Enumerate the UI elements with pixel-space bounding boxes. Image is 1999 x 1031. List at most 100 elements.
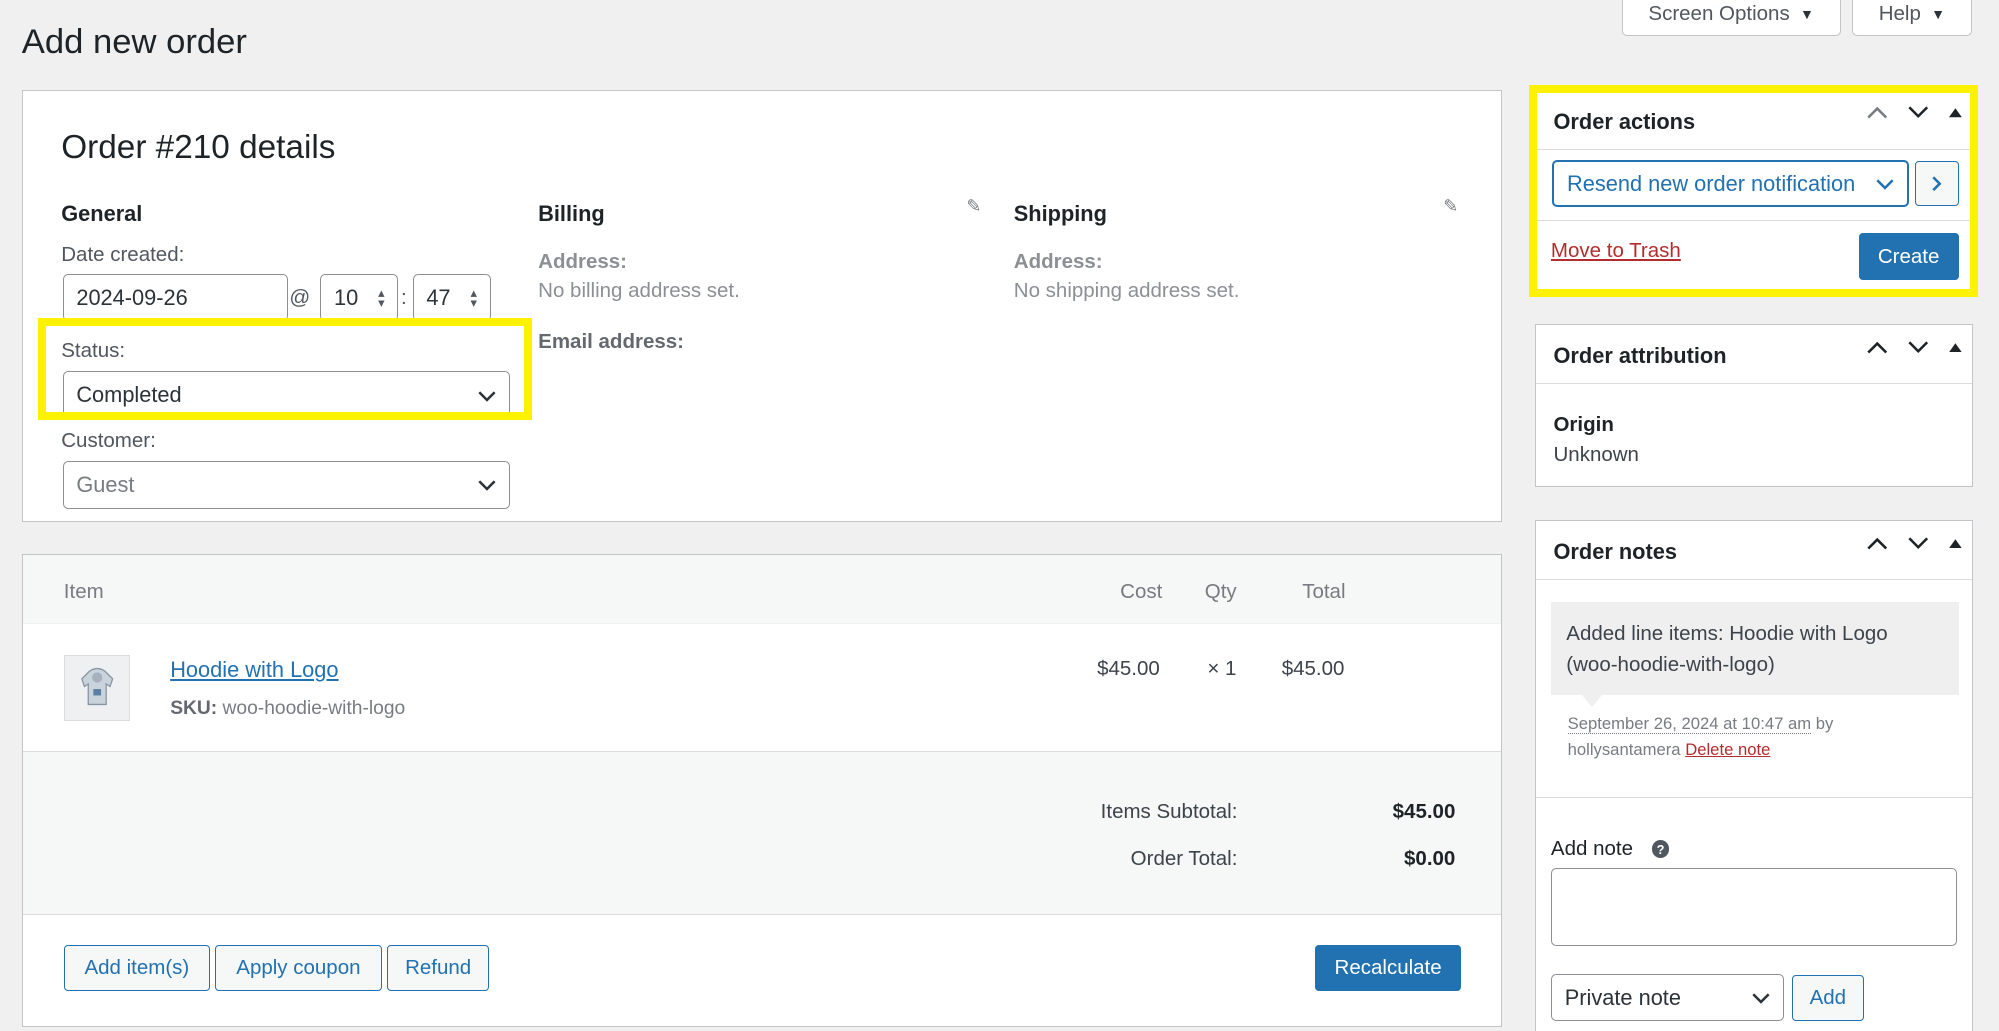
origin-label: Origin bbox=[1553, 412, 1614, 436]
shipping-address-value: No shipping address set. bbox=[1013, 279, 1240, 303]
add-items-button[interactable]: Add item(s) bbox=[63, 944, 210, 991]
column-cost: Cost bbox=[1120, 580, 1163, 604]
product-link[interactable]: Hoodie with Logo bbox=[170, 657, 338, 683]
note-author: hollysantamera bbox=[1567, 739, 1681, 759]
origin-value: Unknown bbox=[1553, 443, 1639, 467]
help-tab[interactable]: Help ▼ bbox=[1852, 0, 1972, 36]
order-totals: Items Subtotal: $45.00 Order Total: $0.0… bbox=[22, 753, 1502, 916]
customer-select[interactable]: Guest bbox=[62, 461, 510, 509]
panel-controls bbox=[1867, 106, 1962, 119]
add-note-button[interactable]: Add bbox=[1791, 975, 1864, 1022]
column-item: Item bbox=[63, 580, 104, 604]
help-label: Help bbox=[1878, 1, 1921, 25]
order-action-value: Resend new order notification bbox=[1567, 170, 1856, 196]
move-up-icon[interactable] bbox=[1867, 106, 1888, 119]
screen-options-tab[interactable]: Screen Options ▼ bbox=[1621, 0, 1841, 36]
spinner-icon: ▴ ▾ bbox=[470, 284, 477, 310]
help-icon[interactable]: ? bbox=[1651, 840, 1670, 859]
order-items-panel: Item Cost Qty Total Hoodie with Logo SKU… bbox=[21, 553, 1503, 1027]
note-type-select[interactable]: Private note bbox=[1550, 974, 1785, 1022]
apply-action-button[interactable] bbox=[1915, 161, 1959, 207]
page-title: Add new order bbox=[21, 23, 247, 62]
add-note-textarea[interactable] bbox=[1550, 867, 1958, 946]
recalculate-button[interactable]: Recalculate bbox=[1315, 944, 1462, 991]
item-total: $45.00 bbox=[1281, 657, 1345, 681]
move-to-trash-link[interactable]: Move to Trash bbox=[1551, 239, 1681, 263]
date-value: 2024-09-26 bbox=[76, 284, 188, 310]
spinner-icon: ▴ ▾ bbox=[378, 284, 385, 310]
move-up-icon[interactable] bbox=[1867, 537, 1888, 550]
time-colon: : bbox=[400, 285, 407, 309]
screen-meta-tabs: Screen Options ▼ Help ▼ bbox=[1621, 0, 1972, 36]
note-type-value: Private note bbox=[1564, 984, 1681, 1010]
billing-email-label: Email address: bbox=[538, 330, 684, 354]
chevron-down-icon bbox=[1871, 171, 1894, 197]
move-down-icon[interactable] bbox=[1908, 106, 1929, 119]
order-total-value: $0.00 bbox=[1404, 847, 1456, 871]
panel-controls bbox=[1867, 341, 1962, 354]
order-total-label: Order Total: bbox=[1130, 847, 1238, 871]
status-select[interactable]: Completed bbox=[62, 371, 510, 419]
apply-coupon-button[interactable]: Apply coupon bbox=[215, 944, 382, 991]
items-table-header: Item Cost Qty Total bbox=[22, 554, 1502, 625]
create-button[interactable]: Create bbox=[1858, 233, 1959, 281]
billing-heading: Billing bbox=[538, 200, 605, 226]
order-actions-panel: Order actions Resend new order notificat… bbox=[1534, 89, 1973, 291]
refund-button[interactable]: Refund bbox=[386, 944, 490, 991]
minute-input[interactable]: 47 ▴ ▾ bbox=[412, 274, 491, 322]
chevron-right-icon bbox=[1932, 176, 1942, 191]
status-value: Completed bbox=[76, 382, 182, 408]
move-up-icon[interactable] bbox=[1867, 341, 1888, 354]
note-meta: September 26, 2024 at 10:47 am by hollys… bbox=[1567, 711, 1953, 762]
items-subtotal-value: $45.00 bbox=[1392, 799, 1456, 823]
status-label: Status: bbox=[61, 339, 126, 363]
caret-down-icon: ▼ bbox=[1931, 5, 1946, 22]
chevron-down-icon bbox=[478, 382, 496, 408]
items-actions: Add item(s) Apply coupon Refund Recalcul… bbox=[22, 915, 1502, 1026]
product-sku: SKU: woo-hoodie-with-logo bbox=[170, 698, 405, 720]
delete-note-link[interactable]: Delete note bbox=[1685, 740, 1770, 759]
divider bbox=[1535, 220, 1972, 222]
shipping-address-label: Address: bbox=[1013, 249, 1103, 273]
hoodie-icon bbox=[81, 668, 114, 706]
customer-value: Guest bbox=[76, 471, 135, 497]
order-details-panel: Order #210 details General Date created:… bbox=[21, 89, 1503, 522]
table-row: Hoodie with Logo SKU: woo-hoodie-with-lo… bbox=[22, 624, 1502, 753]
move-down-icon[interactable] bbox=[1908, 341, 1929, 354]
items-subtotal-label: Items Subtotal: bbox=[1100, 799, 1238, 823]
note-content: Added line items: Hoodie with Logo (woo-… bbox=[1550, 602, 1959, 695]
sku-label: SKU: bbox=[170, 698, 218, 720]
minute-value: 47 bbox=[426, 284, 451, 310]
customer-label: Customer: bbox=[61, 429, 156, 453]
toggle-panel-icon[interactable] bbox=[1948, 342, 1962, 353]
note-by: by bbox=[1815, 714, 1834, 734]
order-heading: Order #210 details bbox=[61, 129, 336, 167]
hour-input[interactable]: 10 ▴ ▾ bbox=[320, 274, 399, 322]
product-thumbnail bbox=[63, 654, 131, 722]
note-tail bbox=[1581, 694, 1602, 708]
toggle-panel-icon[interactable] bbox=[1948, 107, 1962, 118]
panel-controls bbox=[1867, 537, 1962, 550]
billing-address-label: Address: bbox=[538, 249, 627, 273]
toggle-panel-icon[interactable] bbox=[1948, 538, 1962, 549]
column-qty: Qty bbox=[1204, 580, 1237, 604]
shipping-heading: Shipping bbox=[1013, 200, 1107, 226]
add-note-label: Add note bbox=[1550, 836, 1633, 860]
move-down-icon[interactable] bbox=[1908, 537, 1929, 550]
hour-value: 10 bbox=[334, 284, 359, 310]
chevron-down-icon bbox=[478, 472, 496, 498]
date-created-input[interactable]: 2024-09-26 bbox=[62, 274, 289, 322]
divider bbox=[1535, 797, 1972, 799]
chevron-down-icon bbox=[1752, 985, 1771, 1011]
general-heading: General bbox=[61, 200, 143, 226]
billing-address-value: No billing address set. bbox=[538, 279, 740, 303]
order-attribution-panel: Order attribution Origin Unknown bbox=[1534, 324, 1973, 488]
order-notes-panel: Order notes Added line items: Hoodie wit… bbox=[1534, 520, 1973, 1031]
sku-value: woo-hoodie-with-logo bbox=[222, 698, 406, 720]
item-qty: × 1 bbox=[1207, 657, 1237, 681]
edit-shipping-pencil-icon[interactable]: ✎ bbox=[1443, 196, 1458, 217]
item-cost: $45.00 bbox=[1097, 657, 1160, 681]
edit-billing-pencil-icon[interactable]: ✎ bbox=[966, 196, 981, 217]
order-action-select[interactable]: Resend new order notification bbox=[1552, 159, 1909, 208]
column-total: Total bbox=[1302, 580, 1346, 604]
